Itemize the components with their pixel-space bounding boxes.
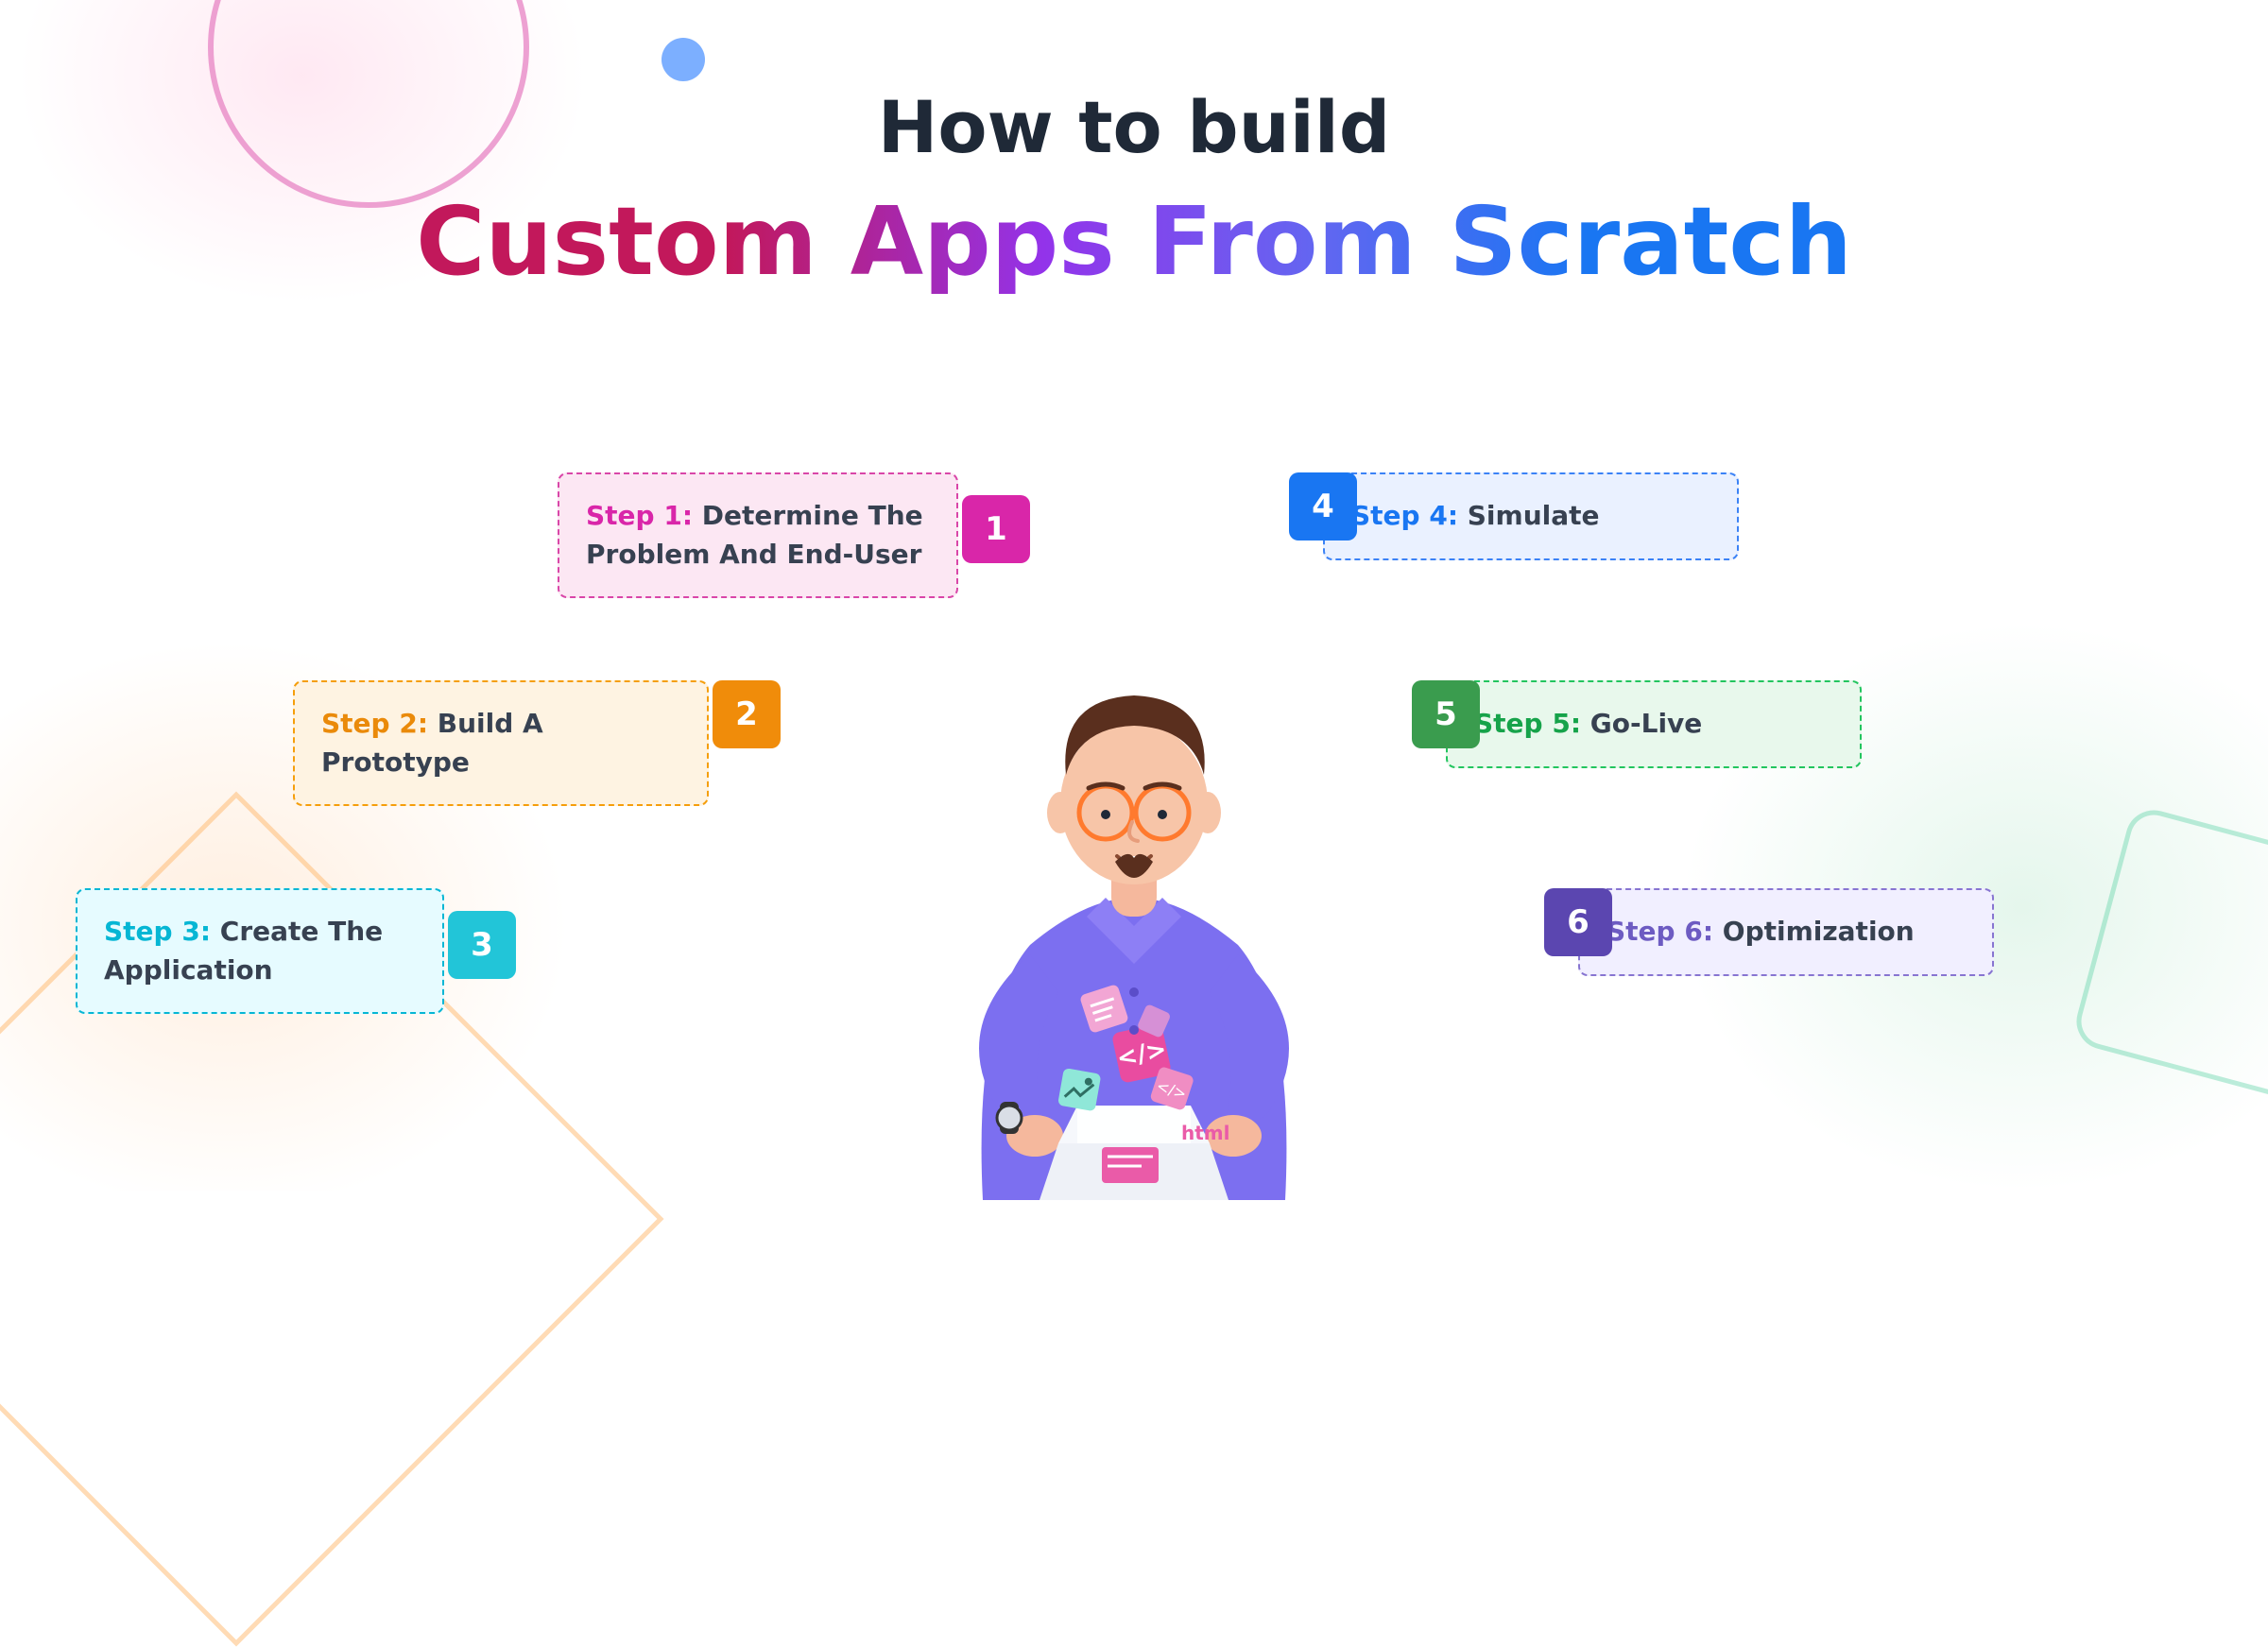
step-badge-4: 4 (1289, 472, 1357, 540)
step-badge-6: 6 (1544, 888, 1612, 956)
box-html-label: html (1181, 1122, 1230, 1144)
step-badge-1: 1 (962, 495, 1030, 563)
step-label: Step 2: (321, 708, 428, 739)
step-card-5: Step 5: Go-Live (1446, 680, 1862, 768)
step-label: Step 6: (1606, 916, 1713, 947)
step-badge-3: 3 (448, 911, 516, 979)
step-badge-2: 2 (713, 680, 781, 748)
step-text: Go-Live (1581, 708, 1702, 739)
step-label: Step 1: (586, 500, 693, 531)
step-card-3: Step 3: Create The Application (76, 888, 444, 1014)
step-text: Simulate (1458, 500, 1600, 531)
step-card-1: Step 1: Determine The Problem And End-Us… (558, 472, 958, 598)
step-text: Optimization (1713, 916, 1915, 947)
developer-illustration: html </> </> (841, 614, 1427, 1200)
step-label: Step 4: (1351, 500, 1458, 531)
step-card-6: Step 6: Optimization (1578, 888, 1994, 976)
step-card-4: Step 4: Simulate (1323, 472, 1739, 560)
step-label: Step 5: (1474, 708, 1581, 739)
step-card-2: Step 2: Build A Prototype (293, 680, 709, 806)
step-label: Step 3: (104, 916, 211, 947)
